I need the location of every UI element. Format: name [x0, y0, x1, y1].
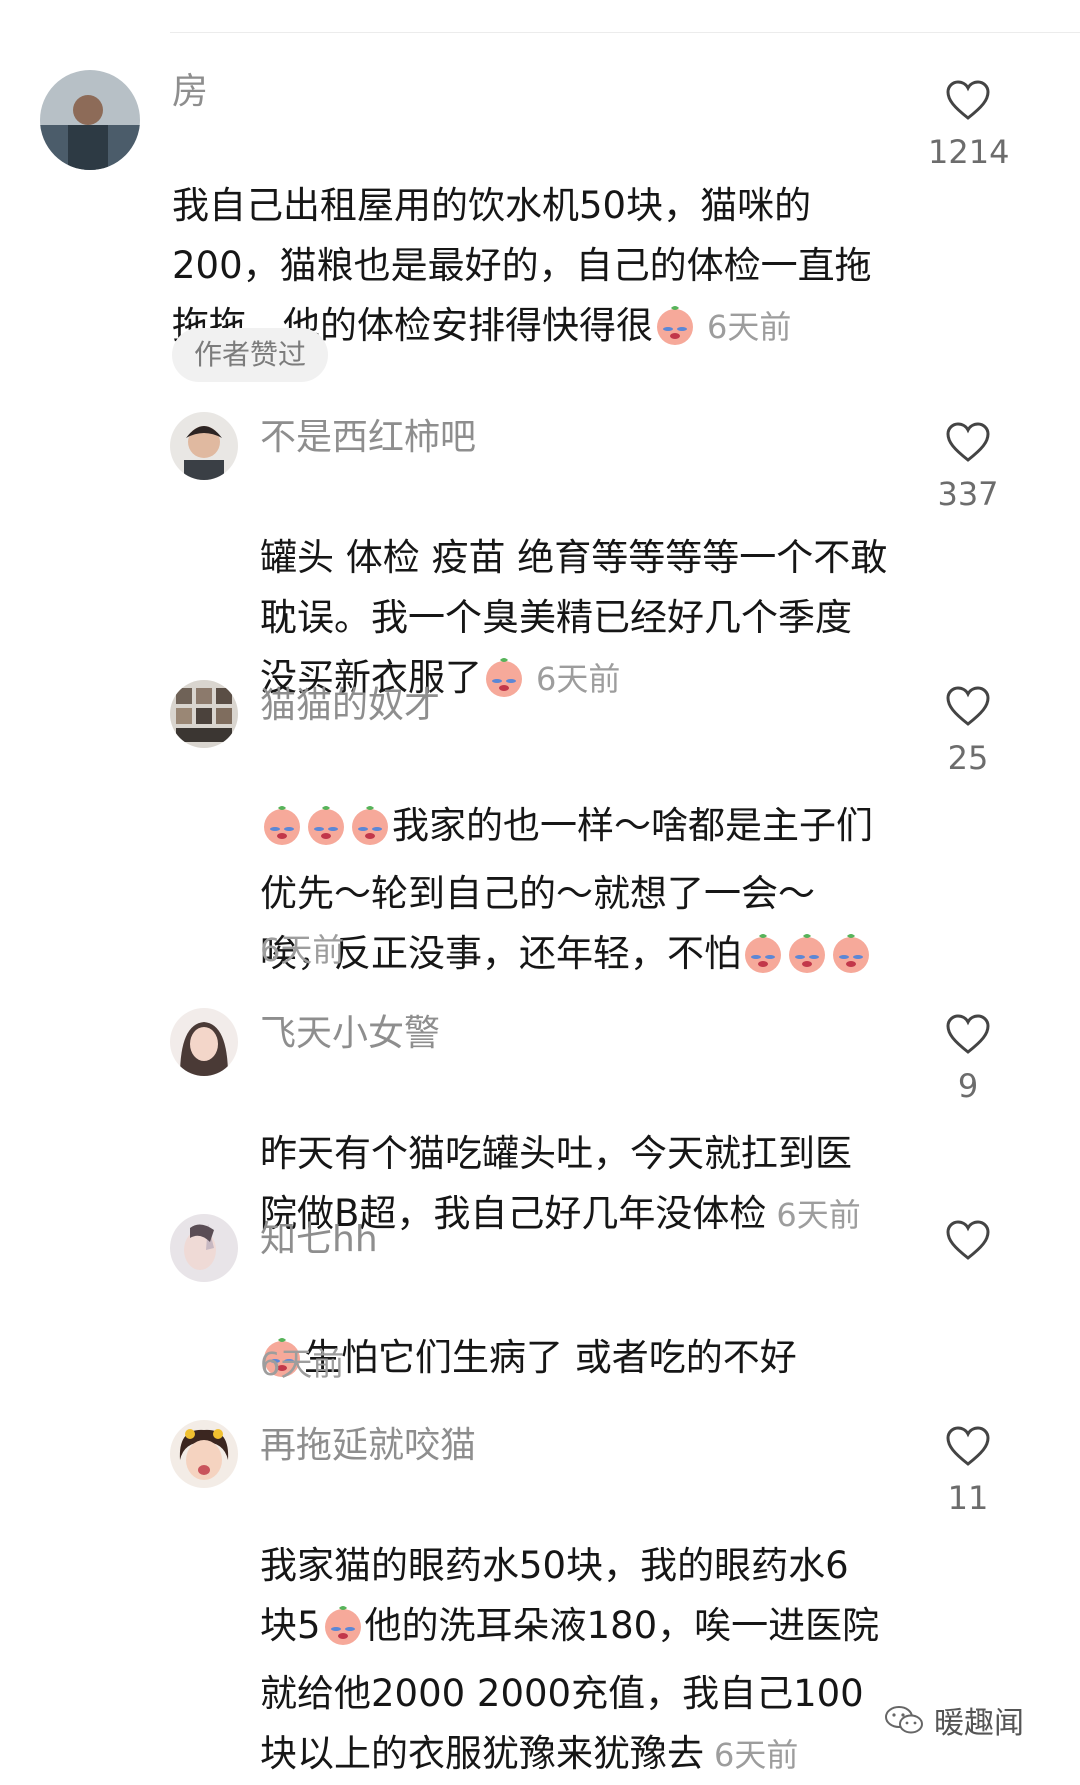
avatar[interactable]	[170, 1214, 238, 1282]
sad-emoji-icon	[785, 930, 829, 992]
comment-text: 我家猫的眼药水50块，我的眼药水6 块5 他的洗耳朵液180，唉一进医院 就给他2…	[260, 1544, 880, 1775]
watermark: 暖趣闻	[884, 1698, 1024, 1742]
like-count: 11	[947, 1479, 989, 1517]
comment-time: 6天前	[776, 1196, 861, 1234]
heart-icon[interactable]	[944, 684, 992, 728]
like-button[interactable]: 1214	[928, 78, 1010, 171]
like-count: 337	[937, 475, 999, 513]
like-button[interactable]: 25	[928, 684, 1008, 776]
heart-icon[interactable]	[944, 1012, 992, 1056]
like-count: 9	[957, 1067, 979, 1105]
sad-emoji-icon	[260, 802, 304, 864]
username[interactable]: 知七hh	[260, 1218, 378, 1262]
comment-time: 6天前	[260, 1345, 345, 1383]
like-button[interactable]: 9	[928, 1012, 1008, 1104]
username[interactable]: 飞天小女警	[260, 1012, 440, 1056]
comment-time: 6天前	[707, 308, 792, 346]
sad-emoji-icon	[653, 302, 697, 364]
sad-emoji-icon	[829, 930, 873, 992]
username[interactable]: 猫猫的奴才	[260, 684, 440, 728]
username[interactable]: 不是西红柿吧	[260, 416, 476, 460]
comment-time: 6天前	[260, 931, 345, 969]
comment-text: 罐头 体检 疫苗 绝育等等等等一个不敢 耽误。我一个臭美精已经好几个季度 没买新…	[260, 468, 920, 716]
comment-time: 6天前	[536, 660, 621, 698]
sad-emoji-icon	[321, 1602, 365, 1664]
wechat-icon	[885, 1706, 923, 1734]
like-count: 25	[947, 739, 989, 777]
avatar[interactable]	[170, 1008, 238, 1076]
like-count: 1214	[928, 133, 1010, 171]
sad-emoji-icon	[741, 930, 785, 992]
avatar[interactable]	[170, 412, 238, 480]
comment-text: 我家的也一样～啥都是主子们 优先～轮到自己的～就想了一会～ 唉，反正没事，还年轻…	[260, 736, 920, 992]
comment-time: 6天前	[714, 1736, 799, 1774]
top-divider	[170, 32, 1080, 33]
author-liked-badge: 作者赞过	[172, 328, 329, 382]
watermark-text: 暖趣闻	[934, 1706, 1024, 1741]
comment-text: 生怕它们生病了 或者吃的不好	[260, 1268, 920, 1396]
like-button[interactable]	[928, 1218, 1008, 1262]
username[interactable]: 房	[172, 70, 208, 114]
heart-icon[interactable]	[944, 1218, 992, 1262]
username[interactable]: 再拖延就咬猫	[260, 1424, 476, 1468]
like-button[interactable]: 11	[928, 1424, 1008, 1516]
heart-icon[interactable]	[944, 78, 992, 122]
heart-icon[interactable]	[944, 420, 992, 464]
avatar[interactable]	[170, 680, 238, 748]
sad-emoji-icon	[348, 802, 392, 864]
avatar[interactable]	[40, 70, 140, 170]
avatar[interactable]	[170, 1420, 238, 1488]
comment-text: 我自己出租屋用的饮水机50块，猫咪的 200，猫粮也是最好的，自己的体检一直拖 …	[172, 116, 932, 364]
heart-icon[interactable]	[944, 1424, 992, 1468]
sad-emoji-icon	[482, 654, 526, 716]
like-button[interactable]: 337	[928, 420, 1008, 512]
sad-emoji-icon	[304, 802, 348, 864]
